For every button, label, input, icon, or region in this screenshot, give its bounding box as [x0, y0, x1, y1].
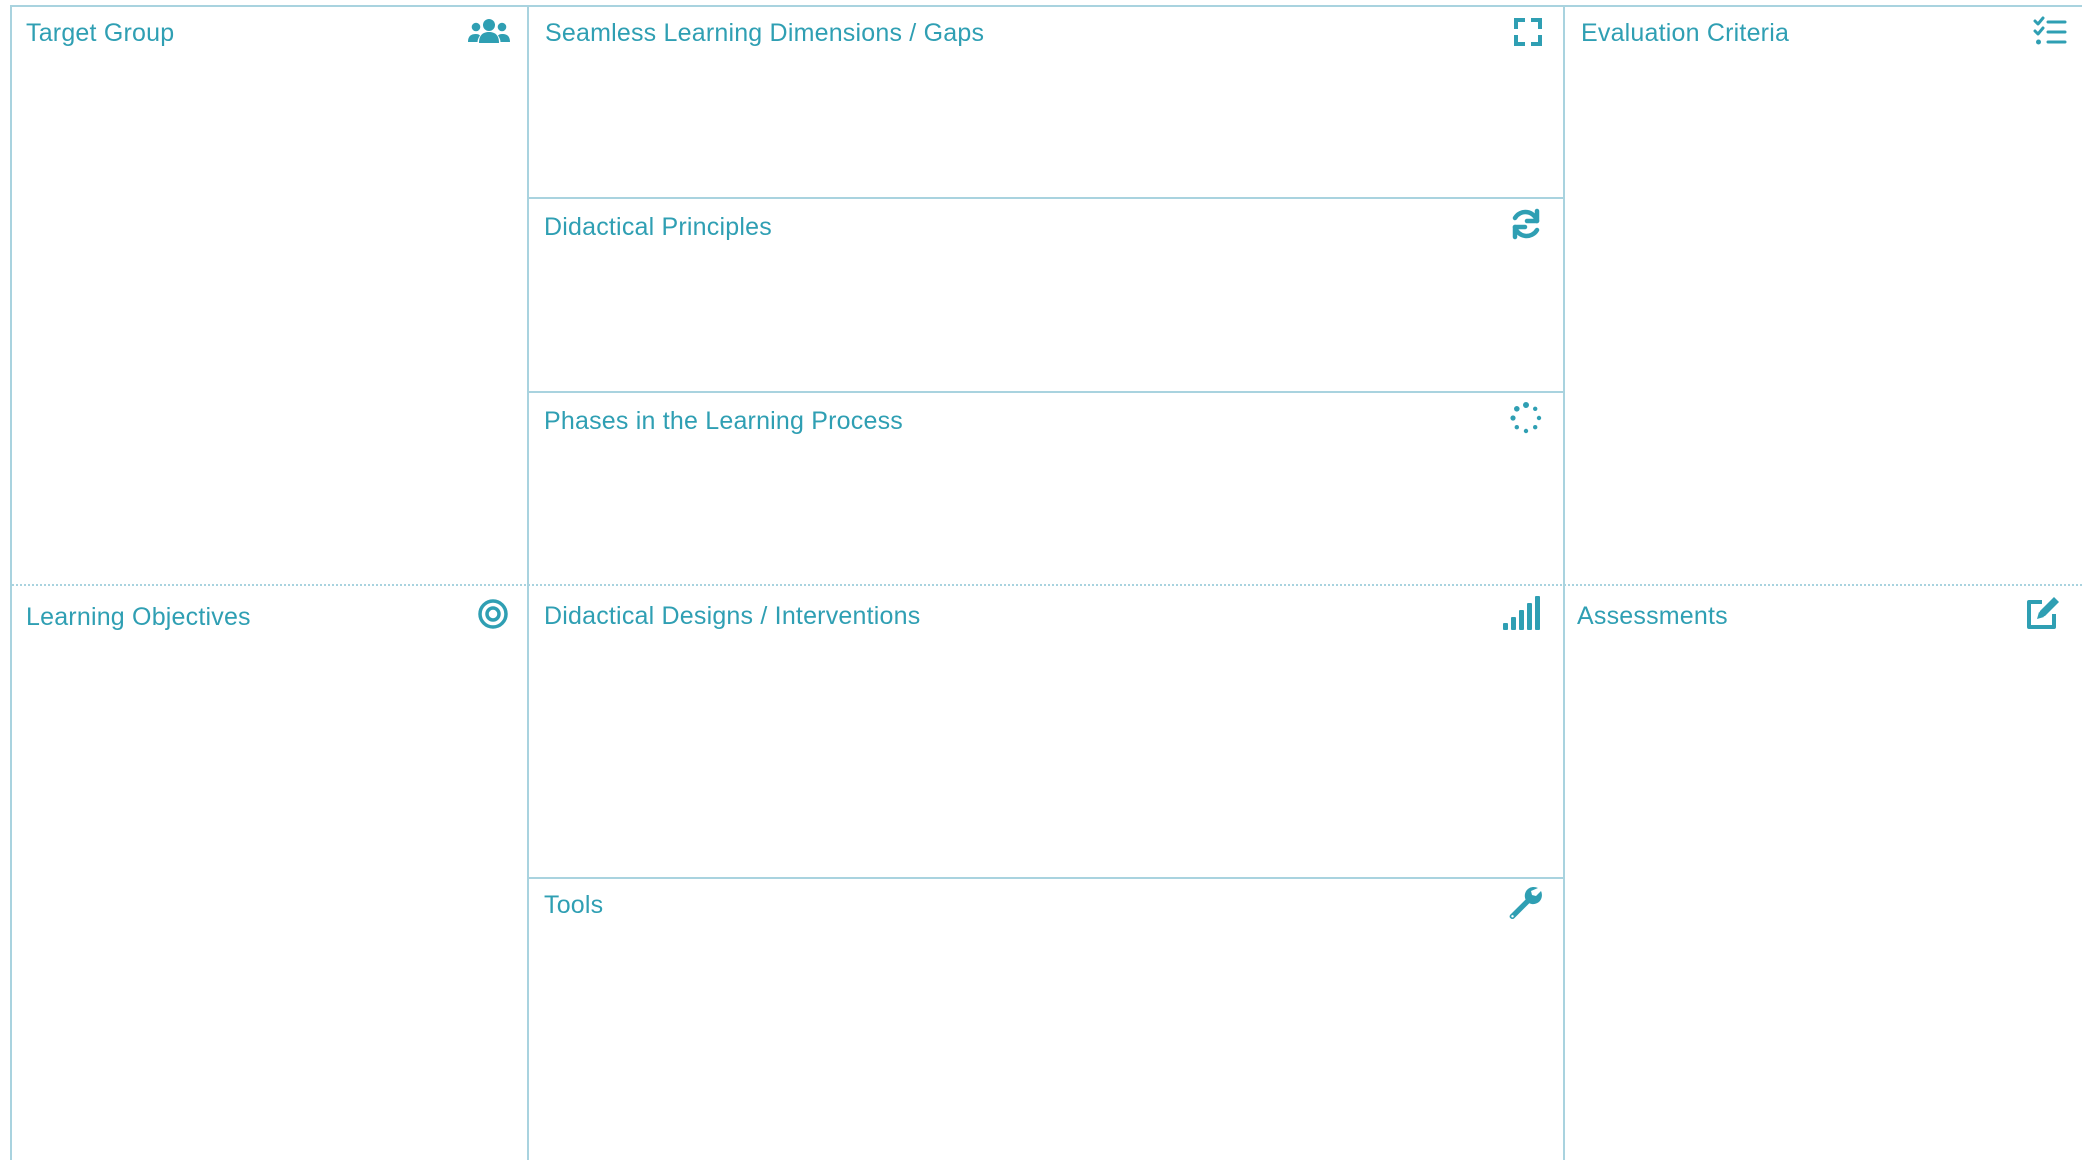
didactical-principles-title: Didactical Principles [544, 213, 772, 241]
learning-phases-title: Phases in the Learning Process [544, 407, 903, 435]
users-icon [468, 15, 510, 49]
learning-phases-cell[interactable]: Phases in the Learning Process [529, 393, 1563, 584]
refresh-icon [1509, 207, 1543, 241]
wrench-icon [1508, 885, 1542, 919]
assessments-title: Assessments [1577, 602, 1728, 630]
expand-icon [1513, 17, 1543, 47]
tools-cell[interactable]: Tools [529, 879, 1563, 1160]
learning-objectives-title: Learning Objectives [26, 603, 251, 631]
assessments-cell[interactable]: Assessments [1565, 586, 2082, 1160]
target-group-cell[interactable]: Target Group [12, 7, 527, 584]
evaluation-criteria-cell[interactable]: Evaluation Criteria [1565, 7, 2082, 584]
checklist-icon [2033, 15, 2067, 49]
tools-title: Tools [544, 891, 604, 919]
target-group-title: Target Group [26, 19, 175, 47]
seamless-dimensions-cell[interactable]: Seamless Learning Dimensions / Gaps [529, 7, 1563, 197]
didactical-designs-title: Didactical Designs / Interventions [544, 602, 921, 630]
learning-design-canvas: Target Group Seamless Learning Dimension… [0, 0, 2082, 1160]
learning-objectives-cell[interactable]: Learning Objectives [12, 586, 527, 1160]
didactical-principles-cell[interactable]: Didactical Principles [529, 199, 1563, 391]
spinner-dots-icon [1509, 401, 1543, 435]
seamless-dimensions-title: Seamless Learning Dimensions / Gaps [545, 19, 985, 47]
target-icon [477, 598, 509, 630]
didactical-designs-cell[interactable]: Didactical Designs / Interventions [529, 586, 1563, 877]
evaluation-criteria-title: Evaluation Criteria [1581, 19, 1790, 47]
signal-bars-icon [1502, 596, 1542, 630]
edit-icon [2024, 596, 2062, 632]
